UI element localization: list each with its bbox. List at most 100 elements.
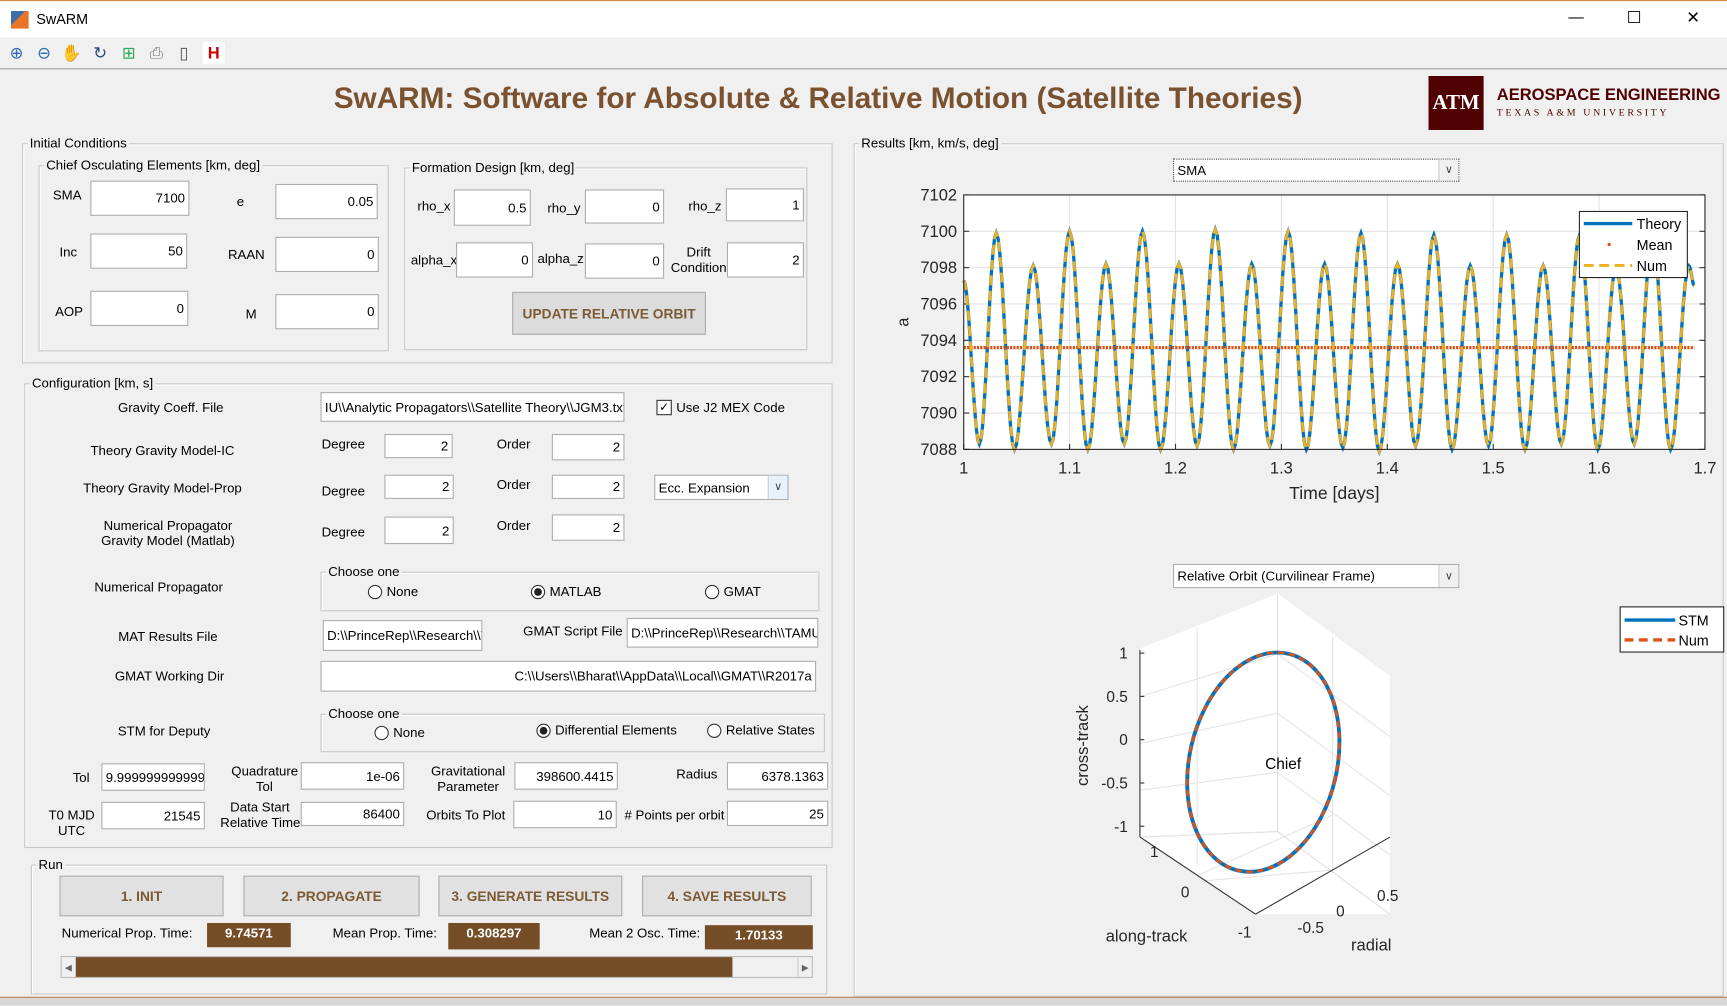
- points-label: # Points per orbit: [624, 807, 725, 823]
- label-line: Condition: [670, 259, 727, 276]
- stm-relative-states-radio[interactable]: Relative States: [707, 723, 815, 738]
- legend-label-mean: Mean: [1637, 238, 1673, 254]
- radio-label: MATLAB: [549, 583, 602, 600]
- selected-value: Ecc. Expansion: [658, 479, 750, 496]
- propagator-matlab-radio[interactable]: MATLAB: [530, 583, 602, 600]
- cross-track-tick-label: -1: [1114, 819, 1128, 836]
- data-start-label: Data Start Relative Time: [220, 800, 301, 831]
- radio-label: Differential Elements: [555, 722, 677, 738]
- zoom-out-icon[interactable]: ⊖: [33, 42, 55, 64]
- rho-z-input[interactable]: 1: [725, 188, 805, 222]
- pan-icon[interactable]: ✋: [61, 42, 83, 64]
- cross-track-tick-label: 0.5: [1106, 689, 1127, 706]
- t0-input[interactable]: 21545: [101, 801, 205, 830]
- inc-label: Inc: [59, 244, 78, 260]
- prop-order-input[interactable]: 2: [551, 474, 625, 499]
- label-line: Numerical Propagator: [103, 517, 233, 534]
- group-title: Choose one: [326, 563, 402, 580]
- propagator-gmat-radio[interactable]: GMAT: [704, 584, 761, 599]
- raan-input[interactable]: 0: [275, 236, 379, 273]
- selected-value: Relative Orbit (Curvilinear Frame): [1177, 568, 1375, 584]
- axes-background: [1139, 594, 1390, 915]
- group-title: Choose one: [326, 705, 402, 722]
- use-j2-checkbox[interactable]: ✓: [656, 399, 672, 416]
- num-degree-input[interactable]: 2: [384, 516, 454, 545]
- rotate-3d-icon[interactable]: ↻: [89, 42, 111, 64]
- radial-tick-label: 0: [1336, 903, 1345, 920]
- propagator-none-radio[interactable]: None: [367, 584, 418, 599]
- y-tick-label: 7088: [920, 440, 957, 459]
- inc-input[interactable]: 50: [90, 233, 188, 269]
- y-axis-label: a: [894, 317, 913, 327]
- alpha-x-input[interactable]: 0: [455, 242, 534, 278]
- osc-time-value: 1.70133: [704, 925, 813, 950]
- y-tick-label: 7102: [920, 185, 957, 204]
- radius-input[interactable]: 6378.1363: [726, 762, 829, 790]
- gmat-dir-input[interactable]: C:\\Users\\Bharat\\AppData\\Local\\GMAT\…: [320, 660, 817, 692]
- sma-chart[interactable]: 1 1.1 1.2 1.3 1.4 1.5 1.6 1.7 7088 7090 7092 7094 70…: [881, 182, 1718, 512]
- num-order-input[interactable]: 2: [551, 514, 625, 541]
- y-tick-label: 7100: [920, 222, 957, 241]
- propagate-button[interactable]: 2. PROPAGATE: [243, 875, 420, 917]
- ic-degree-input[interactable]: 2: [384, 433, 453, 459]
- points-input[interactable]: 25: [726, 800, 829, 827]
- tol-input[interactable]: 9.999999999999999: [101, 763, 205, 791]
- gravity-file-input[interactable]: IU\\Analytic Propagators\\Satellite Theo…: [320, 392, 625, 422]
- maximize-button[interactable]: ☐: [1627, 8, 1642, 28]
- prop-degree-input[interactable]: 2: [384, 474, 454, 499]
- label-line: Relative Time: [220, 815, 301, 831]
- close-button[interactable]: ✕: [1686, 8, 1700, 28]
- stm-none-radio[interactable]: None: [374, 725, 425, 740]
- progress-slider[interactable]: ◀ ▶: [60, 956, 813, 979]
- x-tick-label: 1.3: [1270, 459, 1293, 478]
- update-relative-orbit-button[interactable]: UPDATE RELATIVE ORBIT: [512, 291, 706, 335]
- chevron-down-icon[interactable]: ∨: [1438, 565, 1459, 588]
- init-button[interactable]: 1. INIT: [59, 875, 224, 917]
- plot2-select[interactable]: Relative Orbit (Curvilinear Frame) ∨: [1172, 563, 1460, 589]
- grav-param-input[interactable]: 398600.4415: [514, 762, 618, 790]
- aop-input[interactable]: 0: [90, 290, 189, 327]
- app-title: SwARM: Software for Absolute & Relative …: [333, 81, 1303, 115]
- order-label: Order: [496, 476, 531, 493]
- sma-input[interactable]: 7100: [90, 180, 190, 216]
- zoom-in-icon[interactable]: ⊕: [6, 42, 28, 64]
- sma-label: SMA: [52, 187, 82, 203]
- chevron-down-icon[interactable]: ∨: [767, 475, 788, 499]
- scroll-right-icon[interactable]: ▶: [797, 957, 811, 977]
- legend-label-stm: STM: [1679, 614, 1709, 630]
- print-icon[interactable]: ⎙: [145, 42, 167, 64]
- plot1-select[interactable]: SMA ∨: [1172, 158, 1460, 182]
- prop-method-select[interactable]: Ecc. Expansion ∨: [654, 474, 789, 501]
- alpha-z-input[interactable]: 0: [584, 243, 665, 279]
- e-input[interactable]: 0.05: [275, 183, 378, 220]
- label-line: Tol: [255, 778, 273, 795]
- drift-condition-input[interactable]: 2: [726, 242, 805, 278]
- scroll-left-icon[interactable]: ◀: [62, 957, 76, 977]
- selected-value: SMA: [1177, 162, 1207, 178]
- save-results-button[interactable]: 4. SAVE RESULTS: [642, 875, 812, 917]
- m-input[interactable]: 0: [275, 294, 379, 330]
- data-cursor-icon[interactable]: ⊞: [118, 42, 140, 64]
- generate-results-button[interactable]: 3. GENERATE RESULTS: [438, 875, 623, 917]
- order-label: Order: [496, 436, 531, 452]
- ic-order-input[interactable]: 2: [551, 433, 625, 461]
- gmat-script-input[interactable]: D:\\PrinceRep\\Research\\TAMU: [626, 617, 819, 648]
- rho-x-input[interactable]: 0.5: [453, 189, 531, 226]
- rho-y-input[interactable]: 0: [584, 189, 665, 224]
- stm-differential-elements-radio[interactable]: Differential Elements: [536, 722, 677, 738]
- data-start-input[interactable]: 86400: [300, 801, 405, 827]
- orbits-input[interactable]: 10: [513, 800, 617, 829]
- label-line: UTC: [57, 822, 86, 839]
- h-icon[interactable]: H: [202, 41, 225, 64]
- panel-title: Initial Conditions: [27, 135, 129, 151]
- panel-title: Run: [36, 856, 65, 873]
- mat-file-input[interactable]: D:\\PrinceRep\\Research\\T: [322, 620, 483, 651]
- minimize-button[interactable]: —: [1568, 8, 1583, 26]
- cross-track-tick-label: -0.5: [1101, 775, 1128, 792]
- quadrature-tol-input[interactable]: 1e-06: [300, 762, 405, 790]
- gravity-file-label: Gravity Coeff. File: [117, 399, 224, 416]
- chevron-down-icon[interactable]: ∨: [1438, 159, 1459, 181]
- raan-label: RAAN: [227, 246, 265, 263]
- relative-orbit-chart[interactable]: 1 0.5 0 -0.5 -1 1 0 -1 -0.5 0 0.5 along-track radial…: [1057, 593, 1725, 969]
- new-document-icon[interactable]: ▯: [173, 42, 195, 64]
